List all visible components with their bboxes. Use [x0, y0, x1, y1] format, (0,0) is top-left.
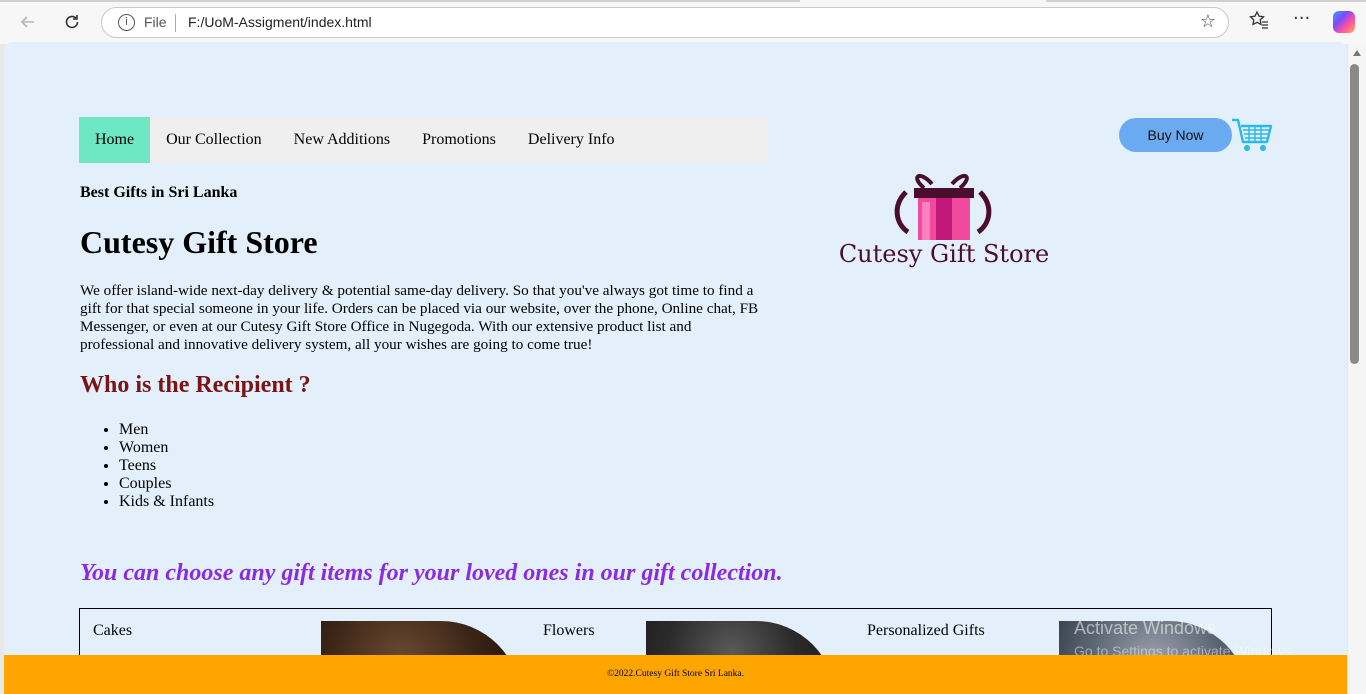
activate-windows-watermark: Activate Windows	[1074, 618, 1217, 638]
page-viewport: Home Our Collection New Additions Promot…	[4, 42, 1347, 694]
list-item: Couples	[119, 475, 214, 493]
store-logo: Cutesy Gift Store	[839, 162, 1049, 274]
refresh-icon[interactable]	[59, 9, 85, 35]
nav-item-our-collection[interactable]: Our Collection	[150, 117, 278, 163]
vertical-scrollbar[interactable]	[1348, 44, 1366, 694]
main-nav: Home Our Collection New Additions Promot…	[79, 117, 768, 163]
address-prefix: File	[144, 14, 167, 30]
address-separator	[175, 14, 176, 32]
nav-item-delivery-info[interactable]: Delivery Info	[512, 117, 631, 163]
tab-strip	[0, 0, 1366, 3]
collection-intro: You can choose any gift items for your l…	[80, 560, 783, 586]
browser-toolbar: i File F:/UoM-Assigment/index.html ☆ ···	[0, 0, 1366, 44]
buy-now-button[interactable]: Buy Now	[1119, 118, 1232, 152]
logo-text: Cutesy Gift Store	[840, 240, 1048, 268]
list-item: Teens	[119, 457, 214, 475]
more-icon[interactable]: ···	[1293, 8, 1310, 29]
url-text[interactable]: F:/UoM-Assigment/index.html	[188, 14, 372, 30]
scrollbar-thumb[interactable]	[1350, 64, 1359, 364]
address-bar[interactable]: i File F:/UoM-Assigment/index.html ☆	[101, 7, 1229, 38]
page-title: Cutesy Gift Store	[80, 224, 318, 260]
nav-item-new-additions[interactable]: New Additions	[278, 117, 406, 163]
back-arrow-icon[interactable]	[15, 9, 41, 35]
favorites-icon[interactable]	[1249, 10, 1269, 34]
category-flowers-label: Flowers	[543, 622, 595, 639]
info-icon[interactable]: i	[118, 14, 135, 31]
star-icon[interactable]: ☆	[1200, 11, 1216, 32]
recipient-list: Men Women Teens Couples Kids & Infants	[119, 421, 214, 511]
tagline: Best Gifts in Sri Lanka	[80, 184, 238, 201]
recipient-heading: Who is the Recipient ?	[80, 372, 311, 398]
scroll-up-arrow-icon[interactable]	[1353, 50, 1361, 56]
list-item: Men	[119, 421, 214, 439]
shopping-cart-icon[interactable]	[1230, 116, 1274, 154]
copilot-icon[interactable]	[1333, 11, 1355, 33]
list-item: Women	[119, 439, 214, 457]
category-cakes-label: Cakes	[93, 622, 133, 639]
nav-item-home[interactable]: Home	[79, 117, 151, 163]
intro-paragraph: We offer island-wide next-day delivery &…	[80, 282, 759, 353]
list-item: Kids & Infants	[119, 493, 214, 511]
page-footer: ©2022.Cutesy Gift Store Sri Lanka.	[4, 655, 1347, 694]
nav-item-promotions[interactable]: Promotions	[406, 117, 512, 163]
category-personalized-label: Personalized Gifts	[867, 622, 985, 639]
